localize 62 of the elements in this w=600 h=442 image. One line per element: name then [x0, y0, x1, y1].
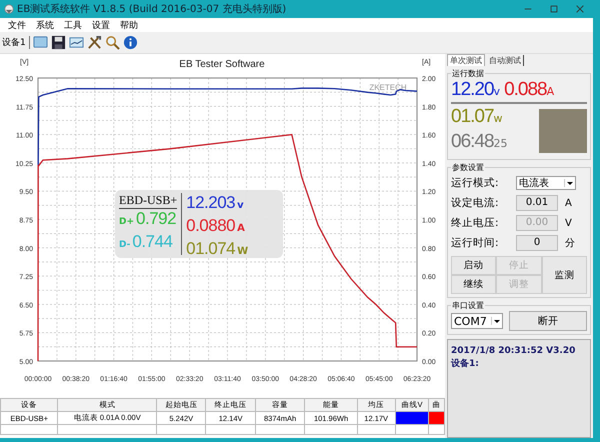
action-button[interactable]: 启动	[451, 256, 496, 275]
search-icon[interactable]	[104, 35, 120, 50]
input-field[interactable]: 0	[516, 235, 558, 251]
menu-item[interactable]: 帮助	[120, 18, 138, 32]
caret-icon	[491, 317, 502, 325]
power-reading: 01.07	[451, 106, 494, 127]
dminus-reading: 0.744	[132, 232, 172, 252]
maximize-icon[interactable]	[549, 4, 559, 14]
monitor-icon[interactable]	[32, 35, 48, 50]
app-icon	[4, 4, 14, 14]
photo-placeholder	[539, 109, 587, 153]
disconnect-button[interactable]: 断开	[509, 311, 587, 331]
window-title: EB测试系统软件 V1.8.5 (Build 2016-03-07 充电头特别版)	[17, 2, 286, 16]
mode-dropdown[interactable]: 电流表	[516, 176, 576, 190]
current-reading: 0.0880	[186, 216, 236, 236]
status-text: 设备1:	[451, 358, 480, 370]
tab[interactable]: 单次测试	[447, 54, 485, 66]
caret-icon	[564, 179, 575, 187]
field-label: 运行模式:	[451, 176, 500, 190]
save-icon[interactable]	[50, 35, 66, 50]
field-label: 终止电压:	[451, 216, 500, 230]
close-icon[interactable]	[575, 4, 585, 14]
chart-title: EB Tester Software	[179, 59, 265, 70]
field-label: 运行时间:	[451, 236, 500, 250]
unit-label: A	[546, 85, 554, 98]
action-button[interactable]: 继续	[451, 275, 496, 294]
port-dropdown[interactable]: COM7	[451, 313, 503, 329]
unit-label: v	[494, 85, 500, 98]
info-icon[interactable]	[122, 35, 138, 50]
status-text: 2017/1/8 20:31:52 V3.20	[451, 346, 576, 356]
unit-label: w	[494, 112, 503, 125]
menu-item[interactable]: 设置	[92, 18, 110, 32]
group-title: 参数设置	[451, 162, 485, 173]
seconds-reading: 25	[494, 137, 508, 150]
tab[interactable]: 自动测试	[487, 55, 524, 66]
menu-item[interactable]: 系统	[36, 18, 54, 32]
model-name: EBD-USB+	[119, 193, 178, 209]
chart-icon[interactable]	[68, 35, 84, 50]
field-label: 设定电流:	[451, 196, 500, 210]
unit-label: 分	[565, 237, 575, 250]
unit-label: v	[237, 199, 244, 213]
voltage-reading: 12.203	[186, 193, 236, 213]
time-reading: 06:48	[451, 131, 494, 152]
brand-mark: ZKETECH	[369, 83, 407, 92]
current-reading: 0.088	[504, 79, 547, 101]
action-button[interactable]: 监测	[542, 256, 587, 294]
voltage-reading: 12.20	[451, 79, 494, 101]
unit-label: A	[565, 198, 572, 208]
power-reading: 01.074	[186, 239, 236, 259]
input-field[interactable]: 0.01	[516, 195, 558, 211]
tools-icon[interactable]	[86, 35, 102, 50]
unit-label: V	[565, 218, 572, 228]
dplus-label: D+	[119, 216, 134, 229]
dminus-label: D-	[119, 239, 130, 252]
group-title: 运行数据	[451, 68, 485, 79]
menu-item[interactable]: 工具	[64, 18, 82, 32]
dplus-reading: 0.792	[136, 209, 176, 229]
device-label: 设备1	[2, 36, 30, 49]
menu-item[interactable]: 文件	[8, 18, 26, 32]
group-title: 串口设置	[451, 300, 485, 311]
unit-label: W	[237, 245, 248, 259]
unit-label: A	[237, 222, 245, 236]
